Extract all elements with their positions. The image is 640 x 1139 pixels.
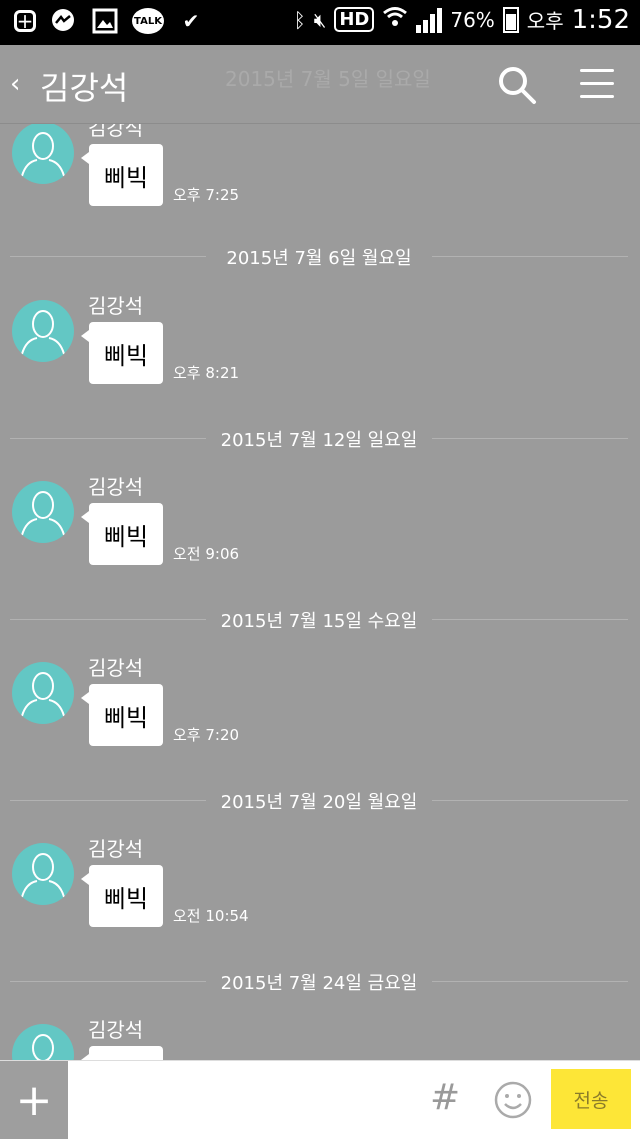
message-bubble[interactable]: 삐빅: [81, 503, 163, 565]
avatar[interactable]: [12, 1024, 74, 1060]
sender-name: 김강석: [88, 837, 144, 861]
message-time: 오후 7:25: [173, 186, 240, 204]
messenger-icon: [48, 6, 78, 36]
chat-title[interactable]: 김강석: [40, 63, 128, 109]
message-bubble[interactable]: 삐빅: [81, 865, 163, 927]
gallery-icon: [90, 6, 120, 36]
message-bubble[interactable]: 삐빅: [81, 684, 163, 746]
message-item: 김강석: [0, 1018, 640, 1060]
sender-name: 김강석: [88, 1018, 144, 1042]
sender-name: 김강석: [88, 656, 144, 680]
avatar[interactable]: [12, 300, 74, 362]
avatar[interactable]: [12, 124, 74, 184]
avatar[interactable]: [12, 662, 74, 724]
plus-square-icon: +: [14, 9, 36, 33]
avatar[interactable]: [12, 481, 74, 543]
message-item: 김강석 삐빅 오후 7:25: [0, 124, 640, 232]
check-icon: ✔: [182, 9, 200, 33]
sender-name: 김강석: [88, 294, 144, 318]
message-bubble[interactable]: 삐빅: [81, 322, 163, 384]
date-divider: 2015년 7월 12일 일요일: [10, 424, 628, 454]
chat-header: ‹ 2015년 7월 5일 일요일 김강석: [0, 45, 640, 124]
attach-plus-button[interactable]: +: [0, 1061, 68, 1139]
message-bubble[interactable]: [81, 1046, 163, 1060]
back-icon[interactable]: ‹: [10, 69, 20, 99]
battery-icon: [502, 6, 519, 33]
message-item: 김강석 삐빅 오후 8:21: [0, 294, 640, 410]
hashtag-icon[interactable]: #: [430, 1077, 460, 1118]
chat-messages[interactable]: 김강석 삐빅 오후 7:25 2015년 7월 6일 월요일 김강석 삐빅 오후…: [0, 124, 640, 1060]
faded-date-label: 2015년 7월 5일 일요일: [225, 67, 431, 91]
message-time: 오전 9:06: [173, 545, 240, 563]
ampm-label: 오후: [526, 9, 564, 33]
sender-name: 김강석: [88, 124, 144, 140]
mute-icon: 🔇︎: [313, 7, 327, 32]
message-bubble[interactable]: 삐빅: [81, 144, 163, 206]
send-button[interactable]: 전송: [551, 1069, 631, 1129]
message-time: 오후 8:21: [173, 364, 240, 382]
signal-icon: [416, 7, 443, 33]
message-time: 오후 7:20: [173, 726, 240, 744]
menu-icon[interactable]: [580, 69, 614, 99]
date-divider: 2015년 7월 20일 월요일: [10, 786, 628, 816]
status-bar: + TALK ✔ ᛒ 🔇︎ HD 76% 오후 1:52: [0, 0, 640, 45]
message-item: 김강석 삐빅 오전 9:06: [0, 475, 640, 591]
emoticon-icon[interactable]: [494, 1081, 532, 1119]
date-divider: 2015년 7월 15일 수요일: [10, 605, 628, 635]
battery-percent: 76%: [450, 7, 495, 32]
avatar[interactable]: [12, 843, 74, 905]
clock: 1:52: [571, 4, 630, 35]
hd-icon: HD: [334, 7, 375, 32]
message-item: 김강석 삐빅 오후 7:20: [0, 656, 640, 772]
bluetooth-icon: ᛒ: [293, 7, 306, 32]
message-input-bar: + # 전송: [0, 1060, 640, 1139]
sender-name: 김강석: [88, 475, 144, 499]
message-time: 오전 10:54: [173, 907, 249, 925]
date-divider: 2015년 7월 24일 금요일: [10, 967, 628, 997]
wifi-icon: [382, 4, 408, 35]
message-item: 김강석 삐빅 오전 10:54: [0, 837, 640, 953]
kakaotalk-icon: TALK: [132, 8, 164, 34]
search-icon[interactable]: [497, 65, 537, 105]
date-divider: 2015년 7월 6일 월요일: [10, 242, 628, 272]
